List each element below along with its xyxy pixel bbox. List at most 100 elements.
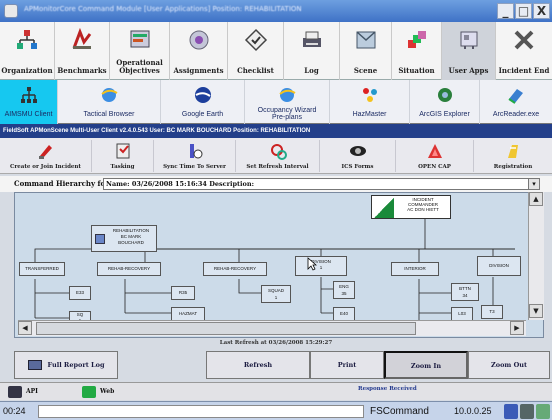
rehabilitation-node[interactable]: REHABILITATION BC MARK BOUCHARD: [91, 225, 157, 252]
benchmarks-button[interactable]: Benchmarks: [55, 22, 110, 80]
r35-node[interactable]: R35: [171, 286, 195, 300]
occupancy-wizard-button[interactable]: Occupancy Wizard Pre-plans: [245, 80, 330, 124]
arcreader-button[interactable]: ArcReader.exe: [480, 80, 552, 124]
e40-node[interactable]: E40: [333, 307, 355, 321]
client-toolbar: Create or Join Incident Tasking Sync Tim…: [0, 138, 552, 174]
incident-commander-flag: [374, 198, 394, 218]
aims-client-label: AIMSMU Client: [4, 111, 53, 118]
tasking-button[interactable]: Tasking: [92, 140, 154, 172]
incident-commander-node[interactable]: INCIDENT COMMANDER AC DON HIETT: [371, 195, 451, 219]
set-refresh-interval-label: Set Refresh Interval: [246, 164, 309, 170]
incident-commander-label: INCIDENT COMMANDER AC DON HIETT: [407, 197, 439, 212]
checklist-button[interactable]: Checklist: [228, 22, 284, 80]
arcgis-explorer-button[interactable]: ArcGIS Explorer: [410, 80, 480, 124]
client-title-bar: FieldSoft APMonScene Multi-User Client v…: [0, 124, 552, 138]
web-icon: [82, 386, 96, 398]
rehabilitation-label: REHABILITATION BC MARK BOUCHARD: [112, 228, 150, 245]
minimize-button[interactable]: _: [497, 3, 514, 19]
create-incident-icon: [38, 145, 52, 159]
google-earth-button[interactable]: Google Earth: [161, 80, 245, 124]
command-hierarchy-select[interactable]: Name: 03/26/2008 15:16:34 Description:: [103, 178, 540, 190]
scene-label: Scene: [353, 66, 378, 75]
user-apps-toolbar: AIMSMU Client Tactical Browser Google Ea…: [0, 80, 552, 124]
log-icon: [302, 31, 321, 47]
chevron-down-icon[interactable]: ▾: [528, 178, 540, 190]
zoom-in-button[interactable]: Zoom In: [384, 351, 468, 379]
tray-icon-3[interactable]: [536, 404, 550, 419]
sync-time-button[interactable]: Sync Time To Server: [154, 140, 236, 172]
registration-label: Registration: [493, 164, 533, 170]
incident-end-label: Incident End: [498, 66, 550, 75]
tray-icon-2[interactable]: [520, 404, 534, 419]
open-cap-button[interactable]: OPEN CAP: [396, 140, 474, 172]
incident-end-icon: [514, 30, 534, 50]
battalion-node[interactable]: BTTN 34: [451, 283, 479, 301]
mouse-cursor-icon: [307, 257, 317, 271]
print-button[interactable]: Print: [310, 351, 384, 379]
aims-client-button[interactable]: AIMSMU Client: [0, 80, 58, 124]
ics-forms-label: ICS Forms: [341, 164, 374, 170]
api-icon: [8, 386, 22, 398]
full-report-log-button[interactable]: Full Report Log: [14, 351, 118, 379]
registration-button[interactable]: Registration: [474, 140, 552, 172]
ics-forms-button[interactable]: ICS Forms: [320, 140, 396, 172]
operational-objectives-button[interactable]: Operational Objectives: [110, 22, 170, 80]
transferred-node[interactable]: TRANSFERRED: [19, 262, 65, 276]
tab-web[interactable]: Web: [78, 384, 138, 400]
situation-button[interactable]: Situation: [392, 22, 442, 80]
assignments-button[interactable]: Assignments: [170, 22, 228, 80]
sync-time-icon: [189, 144, 202, 159]
arcgis-icon: [437, 88, 452, 102]
status-bar: 00:24 FSCommand 10.0.0.25: [0, 401, 552, 420]
open-cap-icon: [427, 144, 442, 158]
organization-button[interactable]: Organization: [0, 22, 55, 80]
interior-node[interactable]: INTERIOR: [391, 262, 439, 276]
horizontal-scroll-thumb[interactable]: [36, 322, 416, 335]
division-node[interactable]: DIVISION: [477, 256, 521, 276]
tactical-browser-button[interactable]: Tactical Browser: [58, 80, 161, 124]
t3-node[interactable]: T3: [481, 305, 503, 319]
clock-time: 00:24: [3, 406, 26, 416]
scroll-down-arrow-icon[interactable]: ▼: [529, 304, 543, 318]
scroll-right-arrow-icon[interactable]: ▶: [510, 321, 524, 335]
log-button[interactable]: Log: [284, 22, 340, 80]
e33-node[interactable]: E33: [69, 286, 91, 300]
horizontal-scrollbar[interactable]: ◀ ▶: [18, 320, 526, 336]
close-button[interactable]: X: [533, 3, 550, 19]
scroll-up-arrow-icon[interactable]: ▲: [529, 192, 543, 206]
status-ip-address: 10.0.0.25: [454, 406, 492, 416]
user-apps-button[interactable]: User Apps: [442, 22, 496, 80]
l03-node[interactable]: L03: [451, 307, 473, 321]
status-input-field[interactable]: [38, 405, 364, 418]
tab-api[interactable]: API: [4, 384, 54, 400]
full-report-log-label: Full Report Log: [47, 361, 105, 369]
scene-button[interactable]: Scene: [340, 22, 392, 80]
scroll-left-arrow-icon[interactable]: ◀: [18, 321, 32, 335]
set-refresh-interval-button[interactable]: Set Refresh Interval: [236, 140, 320, 172]
window-title: APMonitorCore Command Module [User Appli…: [24, 5, 302, 13]
user-apps-icon: [460, 31, 477, 49]
vertical-scrollbar[interactable]: ▲ ▼: [528, 192, 544, 320]
maximize-button[interactable]: □: [515, 3, 532, 19]
user-apps-label: User Apps: [448, 66, 489, 75]
incident-end-button[interactable]: Incident End: [496, 22, 552, 80]
refresh-button[interactable]: Refresh: [206, 351, 310, 379]
eng-35-node[interactable]: ENG 35: [333, 281, 355, 299]
division-1-node[interactable]: DIVISION 1: [295, 256, 347, 276]
rehab-recovery-node-2[interactable]: REHAB-RECOVERY: [203, 262, 267, 276]
organization-label: Organization: [1, 66, 53, 75]
network-tray-icon[interactable]: [504, 404, 518, 419]
rehab-recovery-node-1[interactable]: REHAB-RECOVERY: [97, 262, 161, 276]
zoom-out-button[interactable]: Zoom Out: [468, 351, 550, 379]
create-join-incident-button[interactable]: Create or Join Incident: [0, 140, 92, 172]
squad-1-node[interactable]: SQUAD 1: [261, 285, 291, 303]
benchmarks-icon: [72, 28, 92, 49]
registration-icon: [508, 145, 518, 158]
ics-forms-icon: [349, 146, 366, 156]
checklist-label: Checklist: [237, 66, 274, 75]
situation-icon: [407, 31, 426, 48]
tasking-icon: [116, 143, 129, 159]
main-toolbar: Organization Benchmarks Operational Obje…: [0, 22, 552, 80]
hazmat-node[interactable]: HAZMAT: [171, 307, 205, 321]
hazmaster-button[interactable]: HazMaster: [330, 80, 410, 124]
